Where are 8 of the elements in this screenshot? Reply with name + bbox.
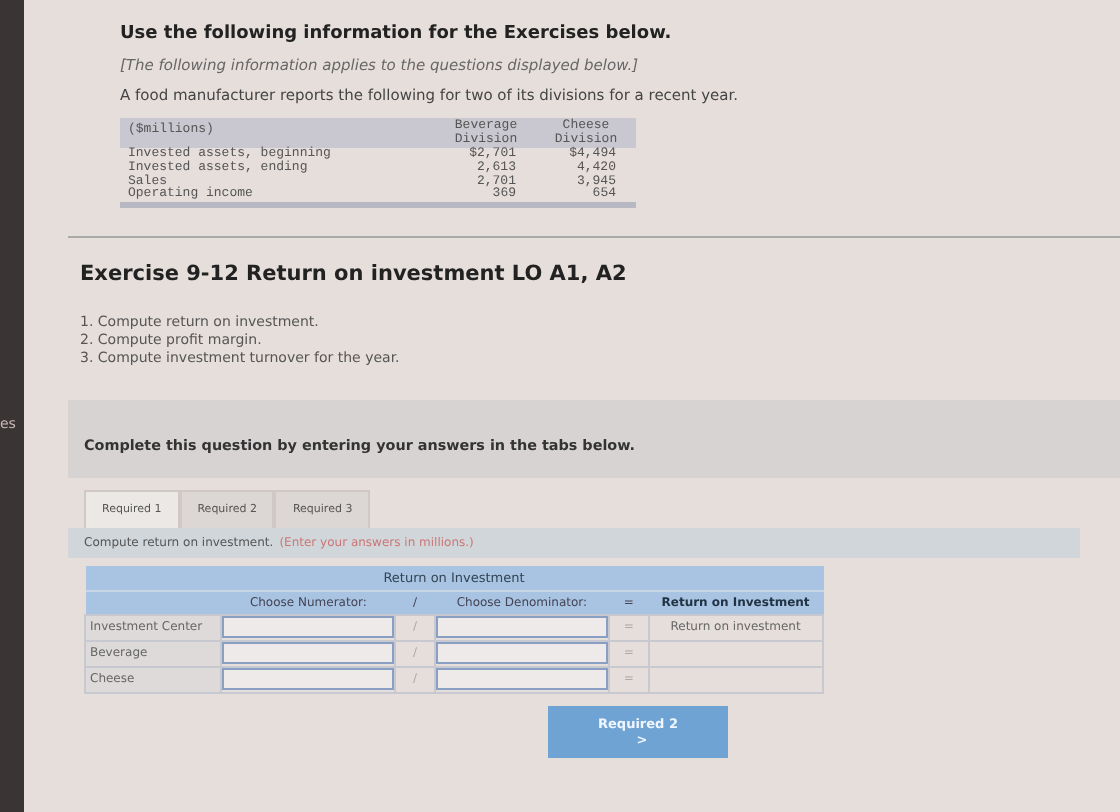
input-field[interactable] — [221, 642, 395, 664]
input-field[interactable] — [435, 642, 609, 664]
section-heading: Use the following information for the Exercises below. — [120, 24, 674, 44]
input-field[interactable] — [435, 616, 609, 638]
exercise-title: Exercise 9-12 Return on investment LO A1, A2 — [80, 262, 629, 287]
input-field[interactable] — [435, 668, 609, 690]
input-field[interactable] — [221, 616, 395, 638]
input-field[interactable] — [221, 668, 395, 690]
